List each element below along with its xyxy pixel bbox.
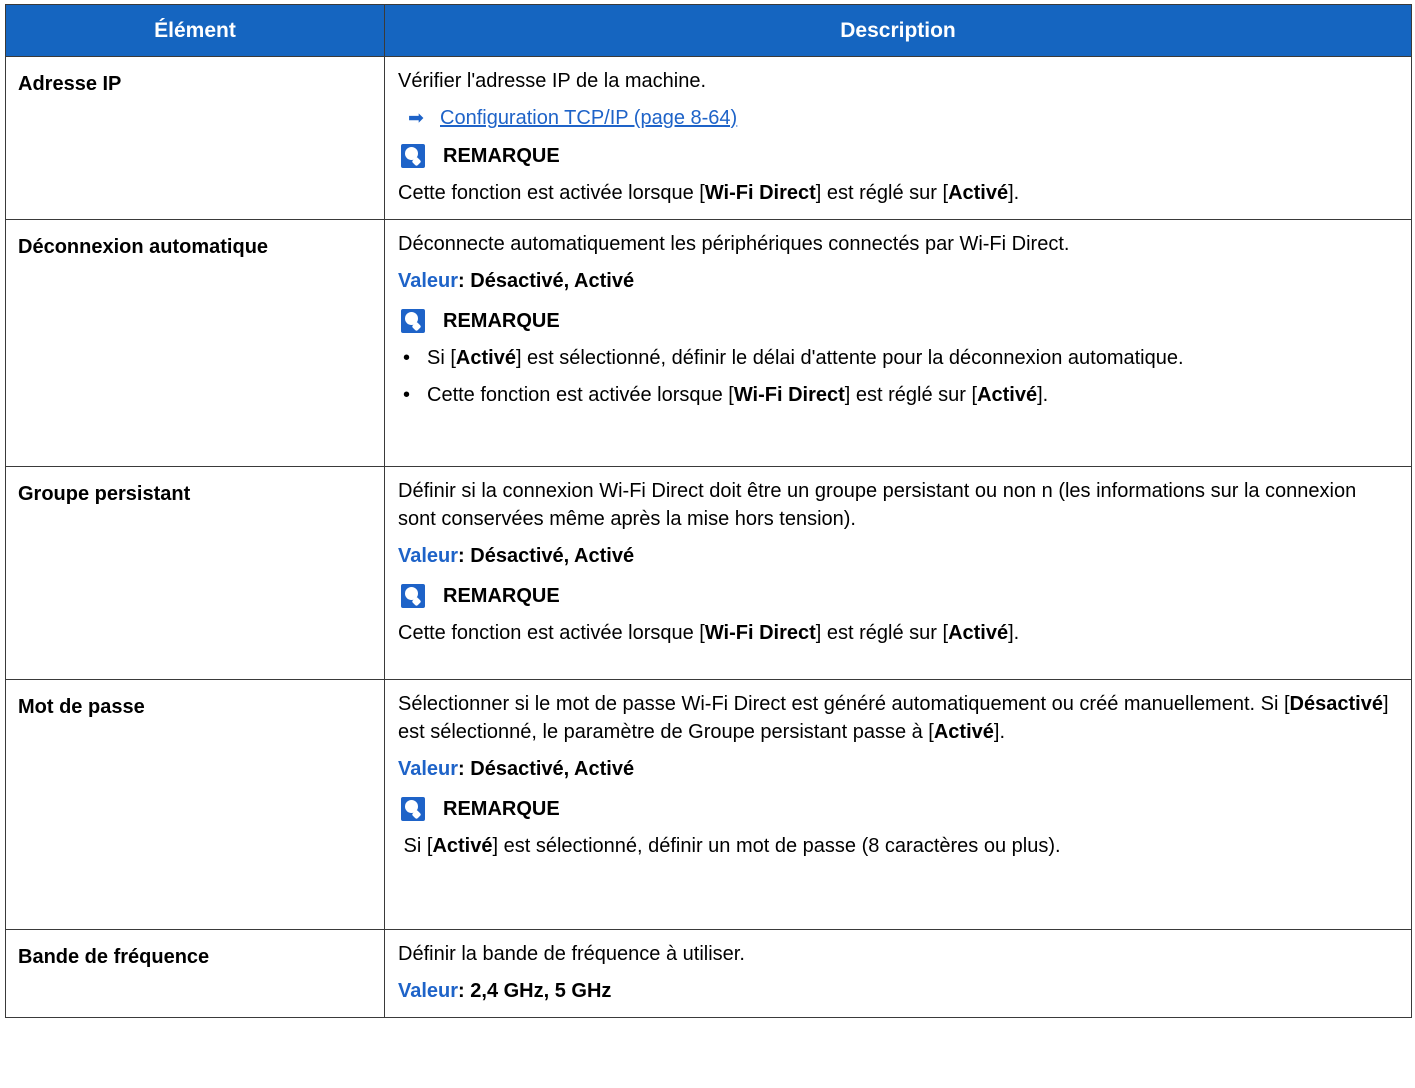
description-text: Définir si la connexion Wi-Fi Direct doi… (398, 480, 1357, 530)
note-label: REMARQUE (443, 145, 560, 167)
value-options: : 2,4 GHz, 5 GHz (458, 980, 612, 1002)
description-text: Vérifier l'adresse IP de la machine. (398, 70, 707, 92)
header-element: Élément (5, 4, 385, 57)
description-text: Définir la bande de fréquence à utiliser… (398, 943, 745, 965)
table-row: Bande de fréquence Définir la bande de f… (5, 929, 1412, 1018)
lightbulb-icon (401, 309, 425, 333)
note-label: REMARQUE (443, 310, 560, 332)
value-label: Valeur (398, 980, 459, 1002)
value-label: Valeur (398, 758, 459, 780)
reference-link[interactable]: Configuration TCP/IP (page 8-64) (440, 107, 737, 129)
reference-link-line: ➡ Configuration TCP/IP (page 8-64) (398, 104, 1399, 133)
table-row: Groupe persistant Définir si la connexio… (5, 466, 1412, 680)
table-header-row: Élément Description (5, 4, 1412, 57)
table-row: Adresse IP Vérifier l'adresse IP de la m… (5, 56, 1412, 220)
note-heading: REMARQUE (398, 307, 1399, 335)
bullet-icon: • (403, 347, 411, 369)
row-description: Définir la bande de fréquence à utiliser… (384, 929, 1412, 1018)
note-label: REMARQUE (443, 798, 560, 820)
value-options: : Désactivé, Activé (458, 270, 635, 292)
row-item-label: Adresse IP (5, 56, 385, 220)
value-options: : Désactivé, Activé (458, 545, 635, 567)
lightbulb-icon (401, 144, 425, 168)
table-row: Mot de passe Sélectionner si le mot de p… (5, 679, 1412, 930)
note-bullet: • Cette fonction est activée lorsque [Wi… (398, 381, 1399, 409)
note-bullet: • Si [Activé] est sélectionné, définir l… (398, 344, 1399, 372)
note-heading: REMARQUE (398, 795, 1399, 823)
note-label: REMARQUE (443, 585, 560, 607)
description-text: Déconnecte automatiquement les périphéri… (398, 233, 1070, 255)
bullet-icon: • (403, 384, 411, 406)
row-item-label: Déconnexion automatique (5, 219, 385, 467)
row-description: Déconnecte automatiquement les périphéri… (384, 219, 1412, 467)
value-line: Valeur: 2,4 GHz, 5 GHz (398, 977, 1399, 1005)
lightbulb-icon (401, 797, 425, 821)
table-row: Déconnexion automatique Déconnecte autom… (5, 219, 1412, 467)
row-item-label: Bande de fréquence (5, 929, 385, 1018)
row-item-label: Mot de passe (5, 679, 385, 930)
row-item-label: Groupe persistant (5, 466, 385, 680)
settings-table: Élément Description Adresse IP Vérifier … (5, 4, 1412, 1018)
note-heading: REMARQUE (398, 582, 1399, 610)
header-description: Description (384, 4, 1412, 57)
value-label: Valeur (398, 270, 459, 292)
value-options: : Désactivé, Activé (458, 758, 635, 780)
note-text: Si [Activé] est sélectionné, définir un … (398, 835, 1061, 857)
value-line: Valeur: Désactivé, Activé (398, 267, 1399, 295)
note-heading: REMARQUE (398, 142, 1399, 170)
lightbulb-icon (401, 584, 425, 608)
note-text: Cette fonction est activée lorsque [Wi-F… (398, 182, 1020, 204)
row-description: Vérifier l'adresse IP de la machine. ➡ Co… (384, 56, 1412, 220)
row-description: Sélectionner si le mot de passe Wi-Fi Di… (384, 679, 1412, 930)
note-text: Cette fonction est activée lorsque [Wi-F… (398, 622, 1020, 644)
arrow-right-icon: ➡ (408, 108, 424, 129)
value-line: Valeur: Désactivé, Activé (398, 542, 1399, 570)
value-label: Valeur (398, 545, 459, 567)
description-text: Sélectionner si le mot de passe Wi-Fi Di… (398, 693, 1389, 743)
value-line: Valeur: Désactivé, Activé (398, 755, 1399, 783)
row-description: Définir si la connexion Wi-Fi Direct doi… (384, 466, 1412, 680)
